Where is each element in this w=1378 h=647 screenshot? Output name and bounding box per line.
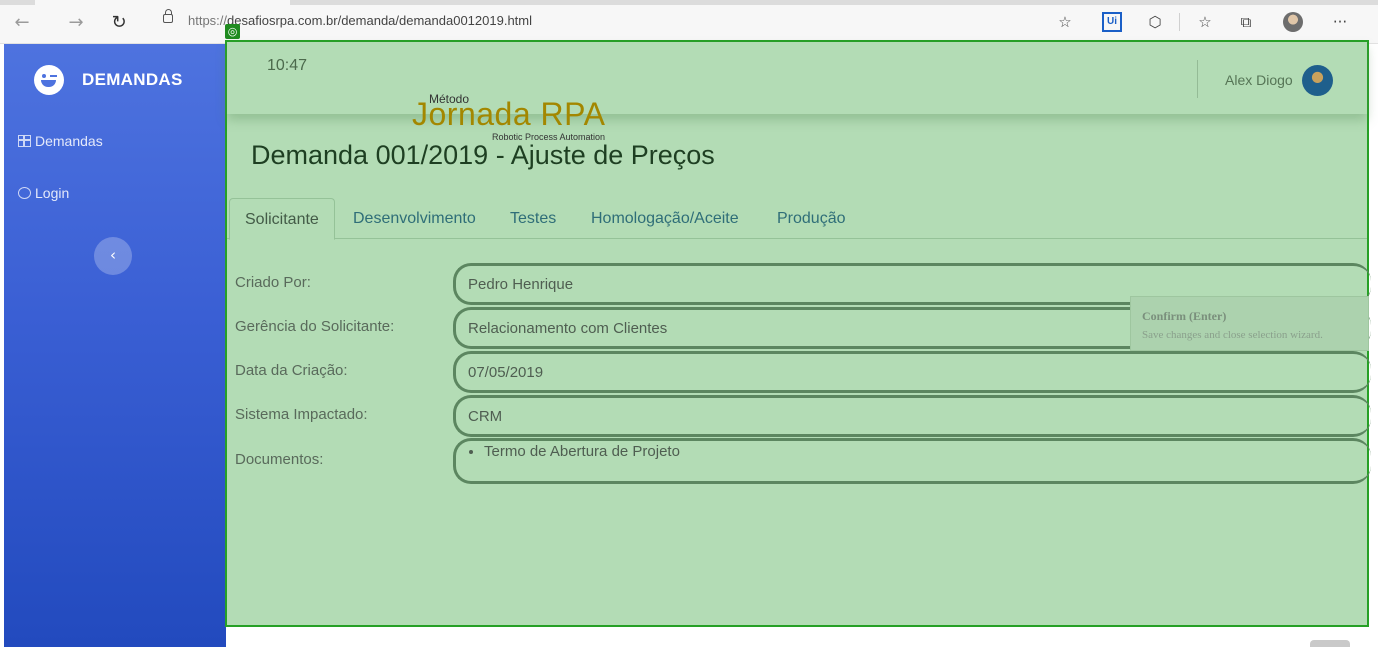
add-favorite-icon[interactable]: ☆ [1055,12,1075,32]
avatar[interactable] [1302,65,1333,96]
confirm-tooltip: Confirm (Enter) Save changes and close s… [1130,296,1369,351]
documentos-field: Termo de Abertura de Projeto [453,438,1371,484]
tab-desenvolvimento[interactable]: Desenvolvimento [338,198,491,239]
back-arrow-icon[interactable]: ← [10,12,34,36]
laugh-wink-icon [34,65,64,95]
uipath-extension-icon[interactable]: Ui [1102,12,1122,32]
address-bar[interactable]: https://desafiosrpa.com.br/demanda/deman… [145,8,1090,36]
sistema-value: CRM [468,408,503,425]
selector-target-icon: ◎ [225,24,240,39]
gerencia-label: Gerência do Solicitante: [235,318,395,335]
data-criacao-field[interactable]: 07/05/2019 [453,351,1371,393]
tab-homologacao[interactable]: Homologação/Aceite [576,198,754,239]
sidebar-brand[interactable]: DEMANDAS [34,64,183,96]
sidebar-toggle-button[interactable]: ‹ [94,237,132,275]
data-criacao-label: Data da Criação: [235,362,348,379]
document-link[interactable]: Termo de Abertura de Projeto [484,443,680,460]
tooltip-title: Confirm (Enter) [1142,309,1227,323]
sidebar-item-label: Login [35,185,70,201]
gerencia-value: Relacionamento com Clientes [468,320,668,337]
tab-strip [0,0,1378,5]
tab-testes[interactable]: Testes [495,198,571,239]
table-icon [18,135,31,147]
extensions-puzzle-icon[interactable]: ⬡ [1145,12,1165,32]
topbar: 10:47 Alex Diogo [227,42,1367,114]
tab-bar: Solicitante Desenvolvimento Testes Homol… [227,198,1367,240]
sistema-label: Sistema Impactado: [235,406,368,423]
sidebar: DEMANDAS Demandas Login ‹ [4,44,226,647]
topbar-divider [1197,60,1198,98]
page-title: Demanda 001/2019 - Ajuste de Preços [251,140,715,170]
tab-solicitante[interactable]: Solicitante [229,198,335,240]
sidebar-item-label: Demandas [35,133,103,149]
more-menu-icon[interactable]: ··· [1330,12,1350,32]
sidebar-item-demandas[interactable]: Demandas [18,133,103,149]
brand-title: DEMANDAS [82,70,183,89]
forward-arrow-icon[interactable]: → [64,12,88,36]
clock-text: 10:47 [267,57,308,74]
browser-toolbar: ← → ↻ https://desafiosrpa.com.br/demanda… [0,0,1378,44]
documentos-list: Termo de Abertura de Projeto [484,443,680,460]
main-content: 10:47 Alex Diogo Método Jornada RPA Robo… [225,40,1371,627]
user-circle-icon [18,187,31,199]
criado-por-value: Pedro Henrique [468,276,574,293]
lock-icon[interactable] [163,9,173,23]
tooltip-description: Save changes and close selection wizard. [1142,329,1323,341]
toolbar-separator [1179,13,1180,31]
documentos-label: Documentos: [235,451,324,468]
data-criacao-value: 07/05/2019 [468,364,544,381]
active-browser-tab[interactable] [35,0,290,5]
profile-avatar-icon[interactable] [1283,12,1303,32]
tab-producao[interactable]: Produção [762,198,861,239]
sidebar-item-login[interactable]: Login [18,185,69,201]
user-name[interactable]: Alex Diogo [1225,72,1293,88]
favorites-list-icon[interactable]: ☆ [1195,12,1215,32]
scroll-to-top-button[interactable] [1310,640,1350,647]
logo-main-text: Jornada RPA [412,96,606,132]
collections-icon[interactable]: ⧉ [1236,12,1256,32]
criado-por-label: Criado Por: [235,274,311,291]
refresh-icon[interactable]: ↻ [107,12,131,36]
sistema-field[interactable]: CRM [453,395,1371,437]
